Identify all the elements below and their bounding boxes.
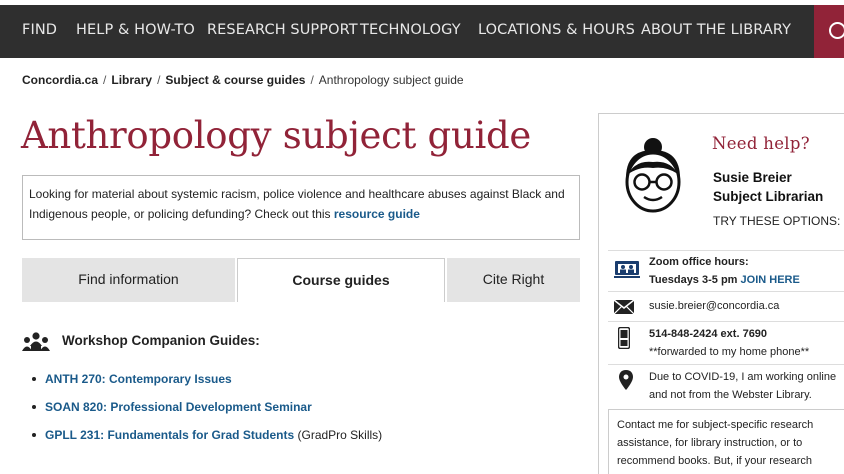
breadcrumb: Concordia.ca / Library / Subject & course gu… — [22, 73, 464, 87]
phone-icon — [618, 327, 630, 349]
bullet — [32, 405, 36, 409]
librarian-title: Subject Librarian — [713, 189, 824, 204]
location-line-2: and not from the Webster Library. — [649, 389, 812, 401]
search-button[interactable] — [814, 5, 844, 58]
join-here-link[interactable]: JOIN HERE — [741, 274, 800, 286]
guide-tabs: Find information Course guides Cite Righ… — [22, 258, 580, 302]
nav-help-how-to[interactable]: HELP & HOW-TO — [76, 5, 195, 58]
guide-extra: (GradPro Skills) — [294, 428, 383, 442]
breadcrumb-concordia[interactable]: Concordia.ca — [22, 73, 98, 87]
zoom-hours-row: Zoom office hours: Tuesdays 3-5 pm JOIN … — [608, 250, 844, 291]
resource-guide-link[interactable]: resource guide — [334, 207, 420, 221]
guide-link-anth270[interactable]: ANTH 270: Contemporary Issues — [45, 372, 232, 386]
nav-technology[interactable]: TECHNOLOGY — [360, 5, 461, 58]
phone-note: **forwarded to my home phone** — [649, 346, 810, 358]
contact-blurb: Contact me for subject-specific research… — [608, 409, 844, 474]
guide-link-soan820[interactable]: SOAN 820: Professional Development Semin… — [45, 400, 312, 414]
zoom-time: Tuesdays 3-5 pm — [649, 274, 738, 286]
nav-about-library[interactable]: ABOUT THE LIBRARY — [641, 5, 791, 58]
need-help-sidebar: Need help? Susie Breier Subject Libraria… — [598, 113, 844, 474]
list-item: SOAN 820: Professional Development Semin… — [32, 400, 382, 428]
breadcrumb-current: Anthropology subject guide — [318, 73, 464, 87]
people-group-icon — [22, 332, 50, 351]
breadcrumb-separator: / — [157, 73, 161, 87]
email-row: susie.breier@concordia.ca — [608, 291, 844, 321]
location-row: Due to COVID-19, I am working online and… — [608, 364, 844, 409]
phone-row: 514-848-2424 ext. 7690 **forwarded to my… — [608, 321, 844, 364]
zoom-label: Zoom office hours: — [649, 256, 749, 268]
breadcrumb-separator: / — [310, 73, 314, 87]
email-link[interactable]: susie.breier@concordia.ca — [649, 300, 779, 312]
nav-locations-hours[interactable]: LOCATIONS & HOURS — [478, 5, 635, 58]
bullet — [32, 377, 36, 381]
librarian-name: Susie Breier — [713, 170, 792, 185]
guide-link-gpll231[interactable]: GPLL 231: Fundamentals for Grad Students — [45, 428, 294, 442]
breadcrumb-subject-guides[interactable]: Subject & course guides — [165, 73, 305, 87]
workshop-heading-label: Workshop Companion Guides: — [62, 333, 260, 348]
phone-number: 514-848-2424 ext. 7690 — [649, 328, 768, 340]
location-pin-icon — [619, 370, 633, 390]
workshop-guide-list: ANTH 270: Contemporary Issues SOAN 820: … — [32, 372, 382, 456]
try-options-label: TRY THESE OPTIONS: — [713, 214, 841, 228]
notice-box: Looking for material about systemic raci… — [22, 175, 580, 240]
list-item: ANTH 270: Contemporary Issues — [32, 372, 382, 400]
tab-find-information[interactable]: Find information — [22, 258, 235, 302]
tab-course-guides[interactable]: Course guides — [237, 258, 445, 302]
breadcrumb-library[interactable]: Library — [111, 73, 152, 87]
breadcrumb-separator: / — [103, 73, 107, 87]
librarian-avatar-icon — [625, 138, 681, 213]
bullet — [32, 433, 36, 437]
top-navigation: FIND HELP & HOW-TO RESEARCH SUPPORT TECH… — [0, 5, 844, 58]
search-icon — [829, 22, 844, 39]
need-help-heading: Need help? — [712, 134, 810, 153]
envelope-icon — [614, 300, 634, 314]
list-item: GPLL 231: Fundamentals for Grad Students… — [32, 428, 382, 456]
video-call-icon — [614, 261, 640, 278]
notice-text: Looking for material about systemic raci… — [29, 187, 565, 221]
tab-cite-right[interactable]: Cite Right — [447, 258, 580, 302]
nav-find[interactable]: FIND — [22, 5, 57, 58]
page-title: Anthropology subject guide — [21, 114, 531, 157]
location-line-1: Due to COVID-19, I am working online — [649, 371, 837, 383]
nav-research-support[interactable]: RESEARCH SUPPORT — [207, 5, 358, 58]
